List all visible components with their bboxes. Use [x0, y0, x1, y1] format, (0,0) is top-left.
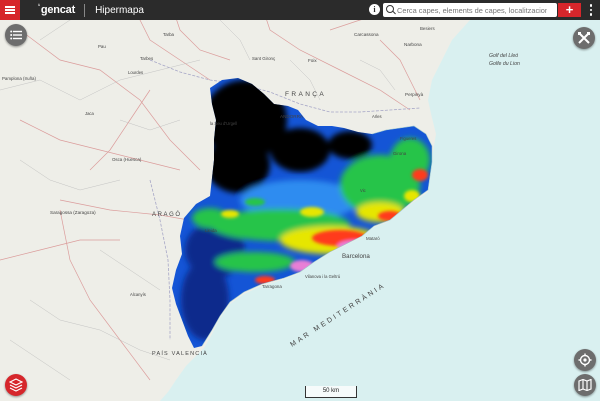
add-layer-button[interactable]: +	[558, 3, 581, 17]
locate-me-button[interactable]	[574, 349, 596, 371]
top-bar: ¹gencat Hipermapa i +	[0, 0, 600, 20]
layers-button[interactable]	[5, 374, 27, 396]
label-figueres: Figueres	[400, 136, 416, 141]
label-lleida: Lleida	[205, 228, 217, 233]
label-gulf-2: Golfe du Lion	[489, 61, 520, 67]
label-huesca: Osca (Huesca)	[112, 157, 142, 162]
label-gulf-1: Golf del Lleó	[489, 53, 518, 59]
basemap-button[interactable]	[574, 374, 596, 396]
label-tarba: Tarba	[163, 32, 175, 37]
layers-icon	[9, 378, 23, 392]
label-pais-valencia: PAÍS VALENCIÀ	[152, 350, 208, 357]
map-icon	[578, 379, 592, 391]
list-icon	[10, 30, 22, 40]
map-canvas[interactable]: MAR MEDITERRÀNIA Golf del Lleó Golfe du …	[0, 0, 600, 401]
label-vilanova: Vilanova i la Geltrú	[305, 274, 341, 279]
label-carcassona: Carcassona	[354, 32, 379, 37]
label-alcaniz: Alcanyís	[130, 292, 146, 297]
more-options-icon[interactable]	[588, 3, 594, 17]
target-icon	[578, 353, 592, 367]
label-foix: Foix	[308, 58, 317, 63]
layers-list-button[interactable]	[5, 24, 27, 46]
search-input[interactable]	[397, 5, 547, 15]
label-tarragona: Tarragona	[262, 284, 282, 289]
label-arago: ARAGÓ	[152, 211, 182, 218]
label-pau: Pau	[98, 44, 106, 49]
scale-bar: 50 km	[305, 386, 357, 398]
label-andorra: ANDORRA	[280, 114, 304, 119]
label-arles: Arles	[372, 114, 382, 119]
crossed-tools-icon	[578, 32, 590, 44]
label-tarbes: Tarbes	[140, 56, 154, 61]
label-sant-girons: Sant Gironç	[252, 56, 276, 61]
label-mataro: Mataró	[366, 236, 380, 241]
label-barcelona: Barcelona	[342, 253, 370, 260]
hamburger-menu-button[interactable]	[0, 0, 20, 20]
label-jaca: Jaca	[85, 111, 95, 116]
title-divider	[84, 3, 86, 17]
label-seu: la Seu d'Urgell	[210, 121, 237, 126]
label-france: FRANÇA	[285, 91, 326, 98]
info-icon[interactable]: i	[369, 4, 380, 15]
label-lourdes: Lourdes	[128, 70, 143, 75]
label-zaragoza: Saragossa (Zaragoza)	[50, 210, 96, 215]
label-perpinya: Perpinyà	[405, 92, 424, 97]
label-vic: Vic	[360, 188, 366, 193]
search-icon[interactable]	[385, 3, 397, 17]
label-pamplona: Pamplona (Iruña)	[2, 76, 36, 81]
label-girona: Girona	[393, 151, 407, 156]
tools-button[interactable]	[573, 27, 595, 49]
label-beziers: Besiers	[420, 26, 435, 31]
label-narbona: Narbona	[404, 42, 422, 47]
hamburger-icon	[5, 6, 15, 14]
app-title: Hipermapa	[95, 4, 144, 16]
hipermapa-app: MAR MEDITERRÀNIA Golf del Lleó Golfe du …	[0, 0, 600, 401]
search-box	[383, 3, 557, 17]
gencat-logo[interactable]: ¹gencat	[38, 4, 75, 16]
